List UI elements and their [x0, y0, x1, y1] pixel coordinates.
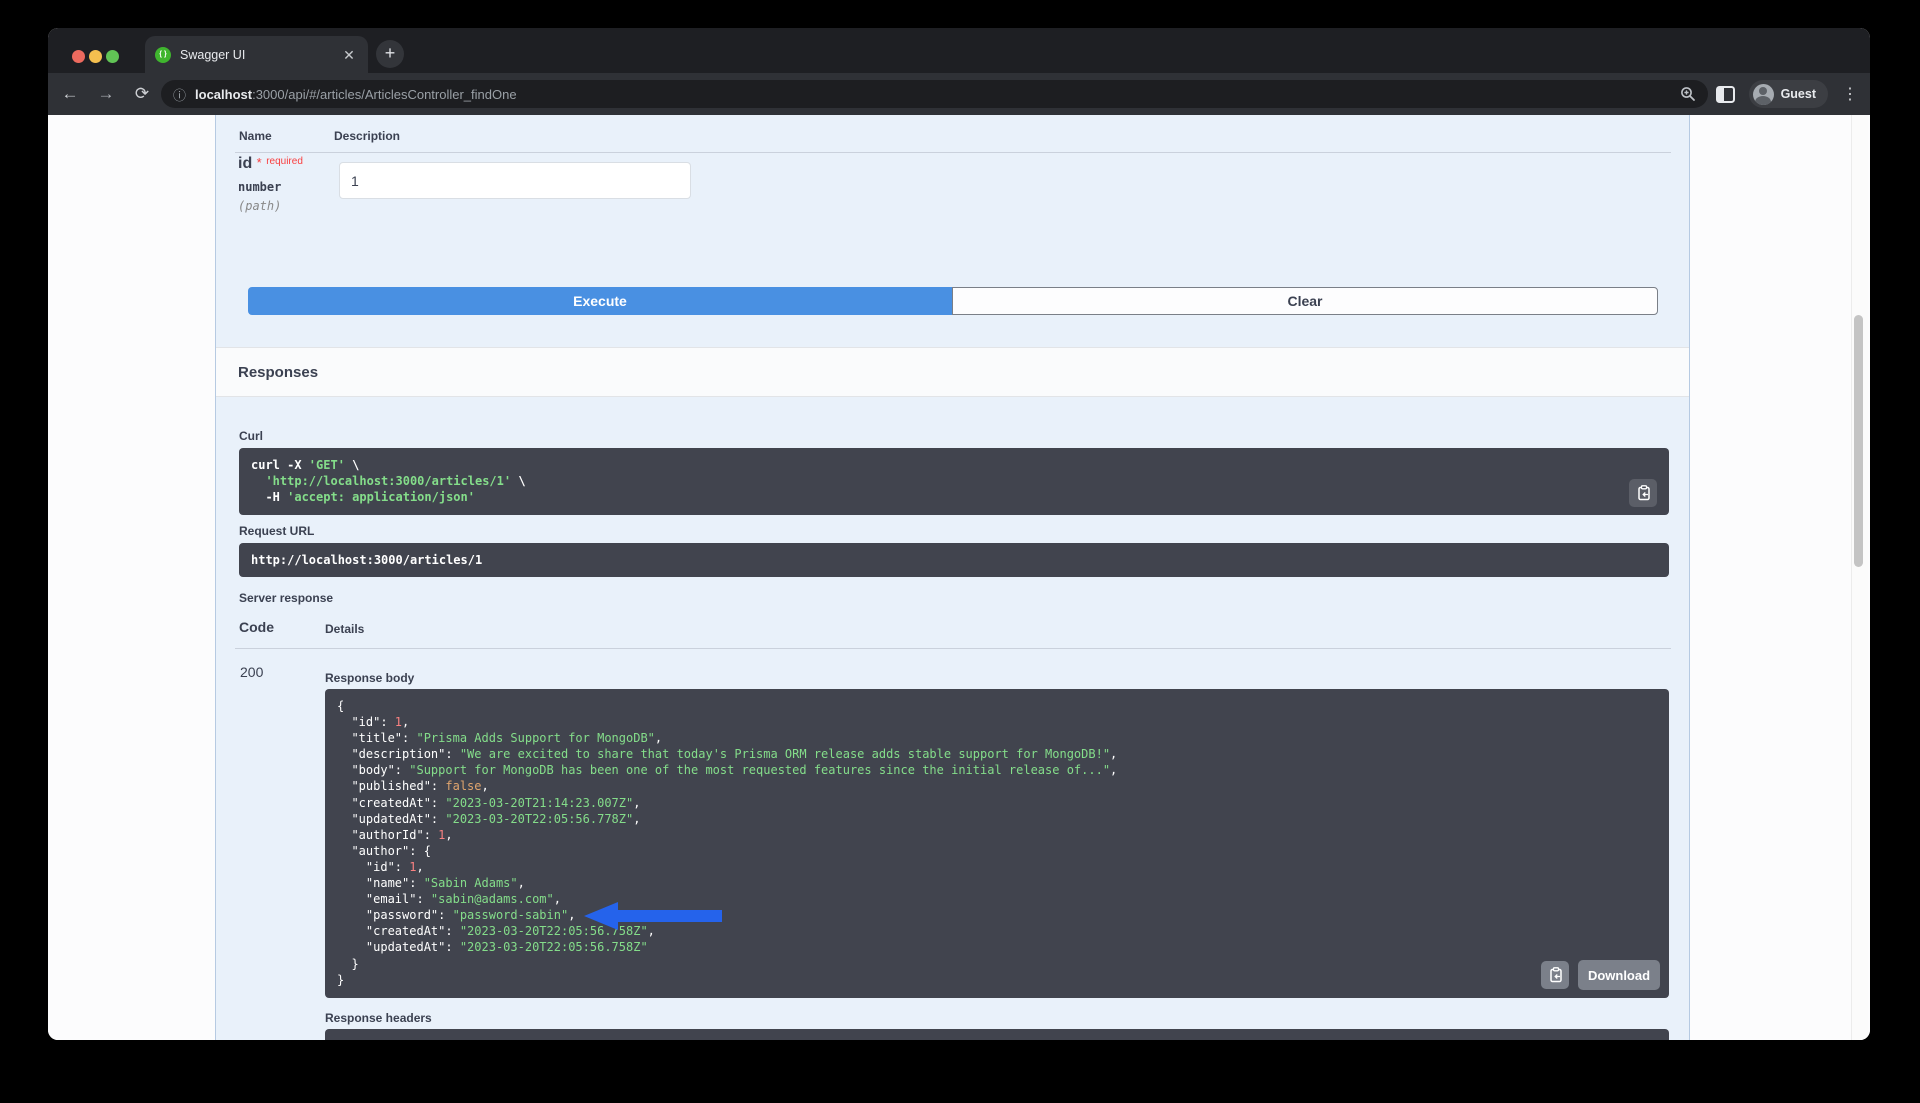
parameter-name: id [238, 155, 252, 172]
window-minimize-button[interactable] [89, 50, 102, 63]
tab-title: Swagger UI [180, 48, 340, 62]
scrollbar-thumb[interactable] [1854, 315, 1863, 567]
reload-icon[interactable]: ⟳ [128, 84, 156, 104]
back-icon[interactable]: ← [56, 84, 84, 104]
id-value-input[interactable] [339, 162, 691, 199]
details-column-header: Details [325, 622, 364, 636]
tab-swagger-ui[interactable]: { } Swagger UI ✕ [145, 36, 368, 73]
profile-label: Guest [1781, 87, 1816, 101]
required-label: required [266, 156, 303, 167]
download-button[interactable]: Download [1578, 960, 1660, 990]
curl-label: Curl [239, 429, 263, 443]
responses-title: Responses [238, 364, 318, 381]
page-content: Name Description id * required number (p… [48, 115, 1870, 1040]
url-text: localhost:3000/api/#/articles/ArticlesCo… [195, 87, 1680, 102]
responses-header-row: Responses [216, 347, 1689, 397]
parameters-description-header: Description [334, 129, 400, 143]
response-headers-label: Response headers [325, 1011, 432, 1025]
avatar [1753, 84, 1774, 105]
window-close-button[interactable] [72, 50, 85, 63]
parameters-header-divider [235, 152, 1671, 153]
site-info-icon[interactable]: ⓘ [173, 85, 186, 104]
tab-close-icon[interactable]: ✕ [340, 46, 358, 64]
request-url-label: Request URL [239, 524, 314, 538]
swagger-favicon-icon: { } [155, 47, 171, 63]
code-column-header: Code [239, 619, 274, 635]
side-panel-icon[interactable] [1716, 86, 1735, 103]
page-zoom-icon[interactable] [1680, 86, 1696, 102]
response-body-label: Response body [325, 671, 414, 685]
curl-code-block: curl -X 'GET' \ 'http://localhost:3000/a… [239, 448, 1669, 515]
parameter-location: (path) [238, 199, 303, 213]
scrollbar-track[interactable] [1851, 115, 1868, 1040]
parameter-type: number [238, 180, 303, 194]
server-response-label: Server response [239, 591, 333, 605]
execute-button[interactable]: Execute [248, 287, 952, 315]
server-response-divider [235, 648, 1671, 649]
parameter-id: id * required number (path) [238, 155, 303, 213]
request-url-value: http://localhost:3000/articles/1 [239, 543, 1669, 577]
tab-strip: { } Swagger UI ✕ + [48, 28, 1870, 73]
response-body-block: { "id": 1, "title": "Prisma Adds Support… [325, 689, 1669, 998]
new-tab-button[interactable]: + [376, 40, 404, 68]
url-bar[interactable]: ⓘ localhost:3000/api/#/articles/Articles… [161, 80, 1708, 108]
copy-response-button[interactable] [1541, 961, 1569, 989]
browser-menu-icon[interactable]: ⋮ [1842, 84, 1858, 104]
parameters-name-header: Name [239, 129, 272, 143]
forward-icon[interactable]: → [92, 84, 120, 104]
browser-window: { } Swagger UI ✕ + ← → ⟳ ⓘ localhost:300… [48, 28, 1870, 1040]
required-star: * [257, 155, 262, 170]
response-headers-block [325, 1029, 1669, 1040]
operation-panel: Name Description id * required number (p… [215, 115, 1690, 1040]
copy-curl-button[interactable] [1629, 479, 1657, 507]
clear-button[interactable]: Clear [952, 287, 1658, 315]
annotation-arrow-icon [584, 900, 722, 932]
browser-toolbar: ← → ⟳ ⓘ localhost:3000/api/#/articles/Ar… [48, 73, 1870, 115]
status-code: 200 [240, 664, 263, 680]
profile-chip[interactable]: Guest [1749, 80, 1828, 108]
window-zoom-button[interactable] [106, 50, 119, 63]
